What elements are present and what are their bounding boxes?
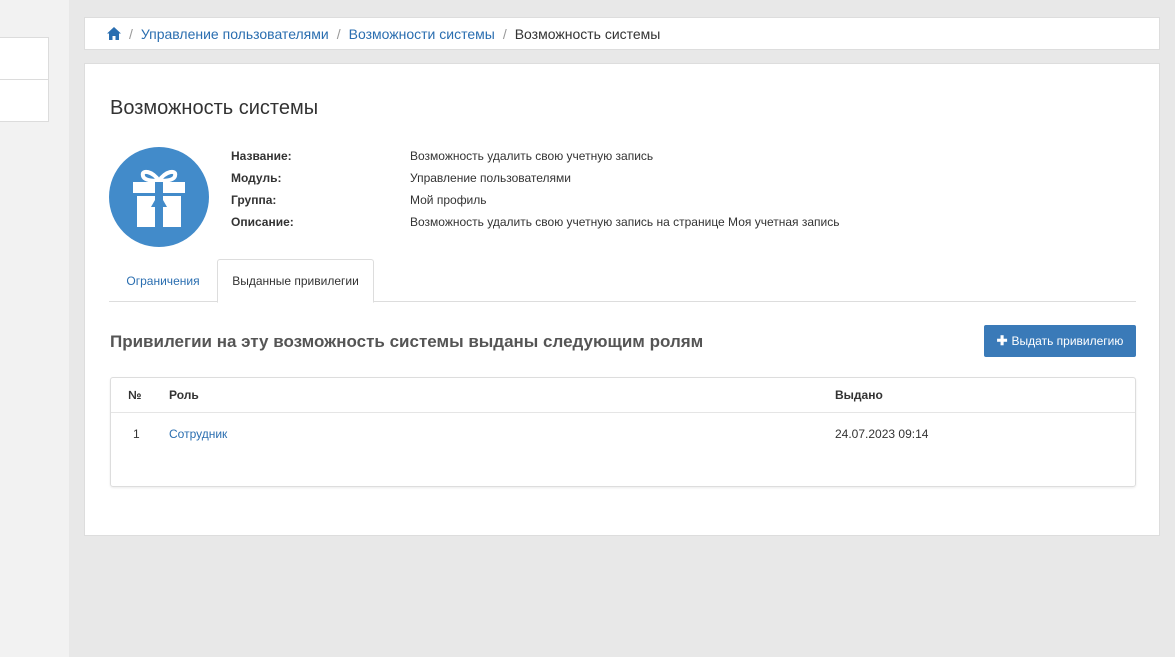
info-row-name: Название: Возможность удалить свою учетн…	[231, 149, 839, 171]
info-row-module: Модуль: Управление пользователями	[231, 171, 839, 193]
info-row-group: Группа: Мой профиль	[231, 193, 839, 215]
home-icon[interactable]	[107, 27, 121, 40]
breadcrumb-link-system-capabilities[interactable]: Возможности системы	[349, 26, 495, 42]
sidebar	[0, 0, 69, 657]
breadcrumb-link-user-management[interactable]: Управление пользователями	[141, 26, 329, 42]
sidebar-item[interactable]	[0, 79, 49, 122]
plus-icon: ✚	[996, 333, 1008, 348]
grant-privilege-button[interactable]: ✚ Выдать привилегию	[984, 325, 1136, 357]
avatar	[109, 147, 209, 247]
description-value: Возможность удалить свою учетную запись …	[410, 215, 840, 229]
breadcrumb: / Управление пользователями / Возможност…	[84, 17, 1160, 50]
privileges-table: № Роль Выдано 1 Сотрудник 24.07.2023 09:…	[110, 377, 1136, 487]
breadcrumb-separator: /	[502, 25, 507, 42]
module-value: Управление пользователями	[410, 171, 571, 185]
grant-privilege-label: Выдать привилегию	[1011, 334, 1124, 348]
section-title: Привилегии на эту возможность системы вы…	[110, 332, 704, 351]
module-label: Модуль:	[231, 171, 282, 185]
breadcrumb-separator: /	[336, 25, 341, 42]
breadcrumb-separator: /	[129, 25, 133, 42]
role-link[interactable]: Сотрудник	[169, 414, 227, 454]
tabs: Ограничения Выданные привилегии	[109, 259, 1136, 303]
row-num: 1	[133, 427, 140, 441]
tab-restrictions[interactable]: Ограничения	[109, 259, 217, 302]
breadcrumb-current: Возможность системы	[514, 25, 661, 42]
info-row-description: Описание: Возможность удалить свою учетн…	[231, 215, 839, 237]
page-title: Возможность системы	[110, 97, 319, 119]
name-label: Название:	[231, 149, 292, 163]
header-issued: Выдано	[835, 388, 883, 402]
tab-granted-privileges[interactable]: Выданные привилегии	[217, 259, 374, 303]
header-role: Роль	[169, 388, 199, 402]
description-label: Описание:	[231, 215, 294, 229]
group-value: Мой профиль	[410, 193, 487, 207]
main-panel: Возможность системы Название: Возможност…	[84, 63, 1160, 536]
row-issued: 24.07.2023 09:14	[835, 427, 929, 441]
table-header: № Роль Выдано	[111, 378, 1135, 413]
table-row: 1 Сотрудник 24.07.2023 09:14	[111, 414, 1135, 454]
capability-info: Название: Возможность удалить свою учетн…	[231, 149, 839, 237]
gift-icon	[133, 169, 185, 227]
group-label: Группа:	[231, 193, 277, 207]
header-num: №	[128, 388, 142, 402]
sidebar-item[interactable]	[0, 37, 49, 80]
name-value: Возможность удалить свою учетную запись	[410, 149, 654, 163]
